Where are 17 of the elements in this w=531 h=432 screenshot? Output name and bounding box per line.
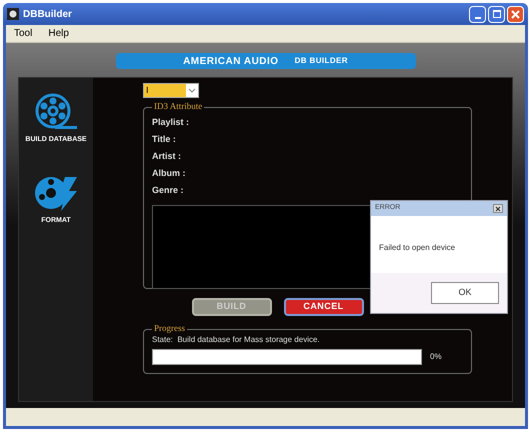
dialog-message: Failed to open device xyxy=(379,243,456,252)
field-label: Title : xyxy=(152,133,177,146)
state-text: State: Build database for Mass storage device. xyxy=(152,334,321,346)
field-label: Artist : xyxy=(152,150,182,163)
progress-reading: 0% xyxy=(430,351,442,363)
menu-item[interactable]: Help xyxy=(48,26,69,41)
menu-item[interactable]: Tool xyxy=(14,26,32,41)
window-title: DBBuilder xyxy=(23,8,72,22)
ok-button[interactable]: OK xyxy=(431,282,499,304)
product-text: DB BUILDER xyxy=(294,55,348,67)
field-label: Album : xyxy=(152,167,186,180)
field-label: Genre : xyxy=(152,184,185,197)
drive-dropdown[interactable]: I xyxy=(143,83,199,98)
group-title: Progress xyxy=(152,322,187,336)
cancel-button[interactable]: CANCEL xyxy=(284,298,364,316)
brand-text: AMERICAN AUDIO xyxy=(183,54,279,68)
field-label: Playlist : xyxy=(152,116,190,129)
